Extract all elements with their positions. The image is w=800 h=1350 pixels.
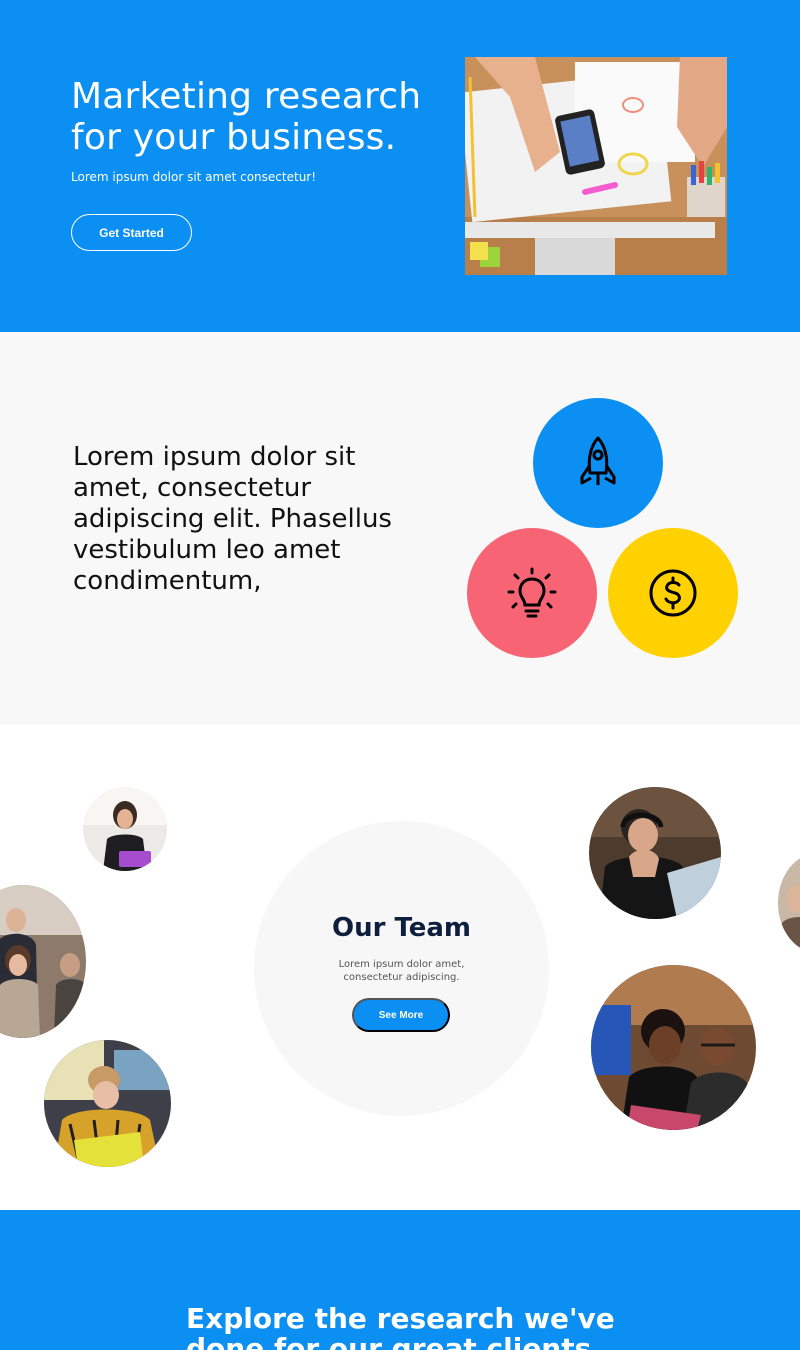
features-section: Lorem ipsum dolor sit amet, consectetur … — [0, 332, 800, 725]
team-photo-group-meeting — [0, 885, 86, 1038]
team-photo-two-colleagues — [591, 965, 756, 1130]
team-title: Our Team — [331, 913, 472, 943]
team-card: Our Team Lorem ipsum dolor amet, consect… — [254, 821, 549, 1116]
team-section: Our Team Lorem ipsum dolor amet, consect… — [0, 725, 800, 1210]
money-feature-circle — [608, 528, 738, 658]
features-text: Lorem ipsum dolor sit amet, consectetur … — [73, 442, 392, 596]
hero-section: Marketing research for your business. Lo… — [0, 0, 800, 332]
team-subtitle: Lorem ipsum dolor amet, consectetur adip… — [338, 959, 465, 983]
dollar-coin-icon — [649, 569, 697, 617]
hero-title: Marketing research for your business. — [71, 76, 422, 158]
rocket-icon — [580, 436, 616, 485]
see-more-button[interactable]: See More — [352, 998, 450, 1032]
hero-workspace-photo — [465, 57, 727, 275]
idea-feature-circle — [467, 528, 597, 658]
explore-section: Explore the research we've done for our … — [0, 1210, 800, 1350]
team-photo-woman-laptop — [83, 787, 167, 871]
lightbulb-icon — [507, 567, 557, 618]
get-started-button[interactable]: Get Started — [71, 214, 192, 251]
team-photo-man-headphones — [589, 787, 721, 919]
team-photo-woman-yellow-laptop — [44, 1040, 171, 1167]
team-photo-partial-right — [778, 853, 800, 953]
explore-title: Explore the research we've done for our … — [186, 1302, 615, 1350]
rocket-feature-circle — [533, 398, 663, 528]
hero-subtitle: Lorem ipsum dolor sit amet consectetur! — [71, 170, 317, 184]
